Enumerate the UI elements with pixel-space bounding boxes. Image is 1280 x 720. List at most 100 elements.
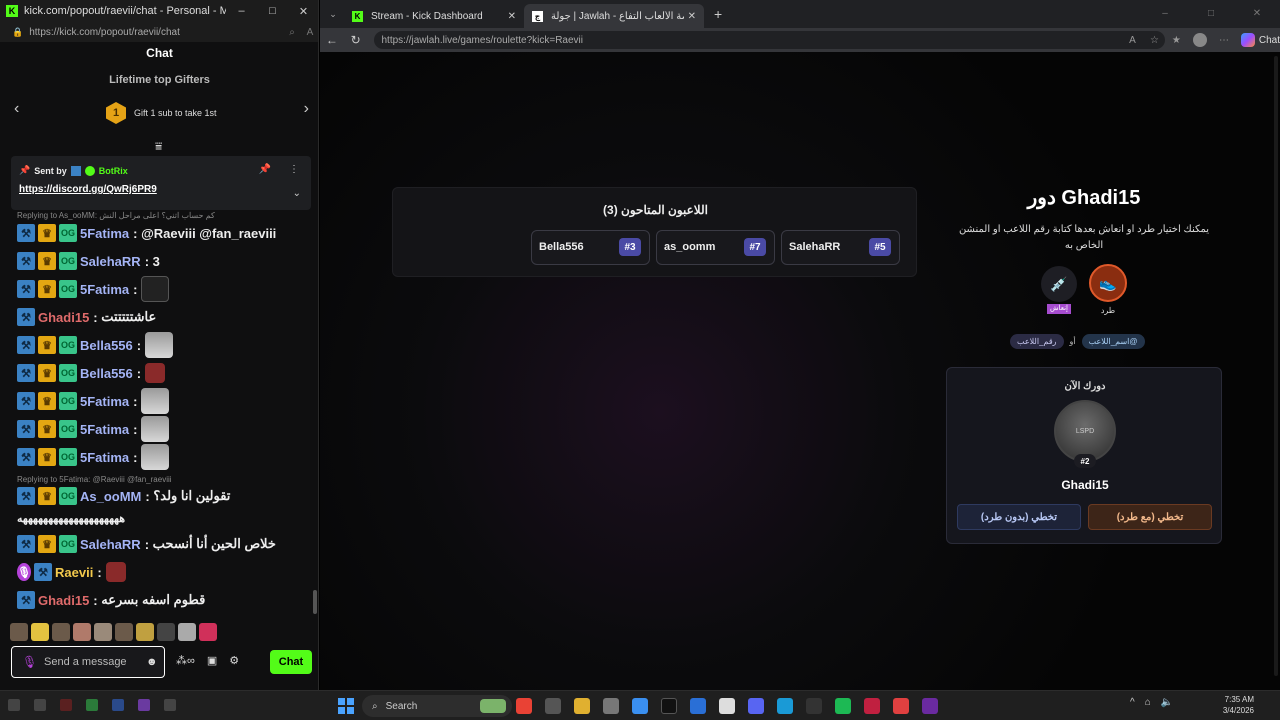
- collapse-icon[interactable]: ⩸: [155, 139, 162, 154]
- app-icon[interactable]: [806, 698, 822, 714]
- emote-button[interactable]: [94, 623, 112, 641]
- app-icon[interactable]: [690, 698, 706, 714]
- emote-button[interactable]: [10, 623, 28, 641]
- copilot-button[interactable]: Chat: [1240, 33, 1280, 47]
- chat-scrollbar[interactable]: [313, 590, 317, 614]
- read-aloud-icon[interactable]: A: [301, 27, 318, 38]
- edge-icon[interactable]: [777, 698, 793, 714]
- window-icon[interactable]: [8, 699, 20, 711]
- chat-username[interactable]: Bella556: [80, 338, 133, 353]
- chat-input-box[interactable]: 🎙 ☻: [11, 646, 165, 678]
- chat-username[interactable]: Ghadi15: [38, 310, 89, 325]
- chat-username[interactable]: 5Fatima: [80, 394, 129, 409]
- zoom-icon[interactable]: ⌕: [283, 27, 301, 38]
- obs-icon[interactable]: [164, 699, 176, 711]
- close-button[interactable]: ✕: [1234, 0, 1280, 28]
- folder-icon[interactable]: [34, 699, 46, 711]
- left-address-bar[interactable]: 🔒 https://kick.com/popout/raevii/chat ⌕ …: [0, 22, 318, 42]
- copilot-icon[interactable]: [632, 698, 648, 714]
- read-aloud-icon[interactable]: A: [1121, 35, 1143, 46]
- chat-username[interactable]: As_ooMM: [80, 489, 141, 504]
- refresh-icon[interactable]: ↻: [344, 33, 368, 47]
- player-card[interactable]: as_oomm #7: [656, 230, 775, 265]
- emoji-icon[interactable]: ☻: [146, 656, 164, 668]
- store-icon[interactable]: ▣: [207, 654, 217, 667]
- volume-icon[interactable]: 🔈: [1161, 697, 1173, 708]
- tab-jawlah[interactable]: ج جولة | Jawlah - منصة الألعاب التفاع...…: [524, 4, 704, 28]
- maximize-button[interactable]: □: [257, 5, 288, 17]
- chat-message-input[interactable]: [44, 656, 146, 668]
- notepad-icon[interactable]: [719, 698, 735, 714]
- close-tab-icon[interactable]: ✕: [688, 11, 696, 22]
- chat-username[interactable]: SalehaRR: [80, 537, 141, 552]
- chat-username[interactable]: 5Fatima: [80, 450, 129, 465]
- page-scrollbar[interactable]: [1274, 56, 1278, 676]
- chat-username[interactable]: Bella556: [80, 366, 133, 381]
- start-button-icon[interactable]: [338, 698, 354, 714]
- app-icon[interactable]: [112, 699, 124, 711]
- close-tab-icon[interactable]: ✕: [508, 11, 516, 22]
- app-icon[interactable]: [60, 699, 72, 711]
- emote-button[interactable]: [31, 623, 49, 641]
- kicks-icon[interactable]: ⁂∞: [176, 654, 195, 667]
- taskbar-search[interactable]: ⌕ Search: [362, 695, 512, 717]
- pinned-sender-name[interactable]: BotRix: [99, 166, 128, 176]
- maximize-button[interactable]: □: [1188, 0, 1234, 28]
- minimize-button[interactable]: –: [226, 5, 257, 17]
- player-card[interactable]: SalehaRR #5: [781, 230, 900, 265]
- chevron-down-icon[interactable]: ⌄: [293, 188, 301, 199]
- pinned-link[interactable]: https://discord.gg/QwRj6PR9: [19, 184, 157, 195]
- chrome-icon[interactable]: [86, 699, 98, 711]
- skip-with-kick-button[interactable]: تخطي (مع طرد): [1088, 504, 1212, 530]
- file-explorer-icon[interactable]: [574, 698, 590, 714]
- emote-button[interactable]: [52, 623, 70, 641]
- network-icon[interactable]: ⌂: [1145, 697, 1151, 708]
- tiktok-icon[interactable]: [661, 698, 677, 714]
- more-options-icon[interactable]: ⋯: [1213, 35, 1235, 46]
- profile-avatar-icon[interactable]: [1193, 33, 1208, 47]
- chat-username[interactable]: Raevii: [55, 565, 93, 580]
- emote-button[interactable]: [115, 623, 133, 641]
- app-icon[interactable]: [893, 698, 909, 714]
- gear-icon[interactable]: ⚙: [229, 654, 239, 667]
- chevron-right-icon[interactable]: ›: [304, 100, 309, 118]
- emote-button[interactable]: [136, 623, 154, 641]
- emote-button[interactable]: [199, 623, 217, 641]
- emote-button[interactable]: [157, 623, 175, 641]
- revive-syringe-icon[interactable]: 💉: [1041, 266, 1077, 302]
- chrome-icon[interactable]: [516, 698, 532, 714]
- player-card[interactable]: Bella556 #3: [531, 230, 650, 265]
- tab-actions-icon[interactable]: ⌄: [322, 9, 344, 20]
- close-button[interactable]: ✕: [288, 5, 318, 18]
- chat-username[interactable]: 5Fatima: [80, 422, 129, 437]
- discord-icon[interactable]: [748, 698, 764, 714]
- chat-username[interactable]: SalehaRR: [80, 254, 141, 269]
- chat-username[interactable]: Ghadi15: [38, 593, 89, 608]
- microphone-icon[interactable]: 🎙: [22, 655, 37, 669]
- chevron-left-icon[interactable]: ‹: [14, 100, 19, 118]
- more-options-icon[interactable]: ⋮: [289, 164, 299, 175]
- emote-button[interactable]: [73, 623, 91, 641]
- app-icon[interactable]: [922, 698, 938, 714]
- app-icon[interactable]: [138, 699, 150, 711]
- chat-username[interactable]: 5Fatima: [80, 226, 129, 241]
- chevron-up-icon[interactable]: ^: [1130, 697, 1135, 708]
- favorites-icon[interactable]: ★: [1165, 35, 1187, 46]
- taskbar-clock[interactable]: 7:35 AM 3/4/2026: [1214, 694, 1254, 716]
- new-tab-icon[interactable]: +: [714, 6, 722, 22]
- emote-button[interactable]: [178, 623, 196, 641]
- app-icon[interactable]: [545, 698, 561, 714]
- skip-without-kick-button[interactable]: تخطي (بدون طرد): [957, 504, 1081, 530]
- tab-kick-dashboard[interactable]: K Stream - Kick Dashboard ✕: [344, 4, 524, 28]
- pin-icon[interactable]: 📌: [259, 164, 271, 175]
- minimize-button[interactable]: –: [1142, 0, 1188, 28]
- chat-username[interactable]: 5Fatima: [80, 282, 129, 297]
- spotify-icon[interactable]: [835, 698, 851, 714]
- app-icon[interactable]: [864, 698, 880, 714]
- back-arrow-icon[interactable]: ←: [320, 33, 344, 47]
- url-field[interactable]: https://jawlah.live/games/roulette?kick=…: [373, 31, 1166, 49]
- store-icon[interactable]: [603, 698, 619, 714]
- chat-send-button[interactable]: Chat: [270, 650, 312, 674]
- favorite-star-icon[interactable]: ☆: [1143, 35, 1165, 46]
- kick-shoe-icon[interactable]: 👟: [1089, 264, 1127, 302]
